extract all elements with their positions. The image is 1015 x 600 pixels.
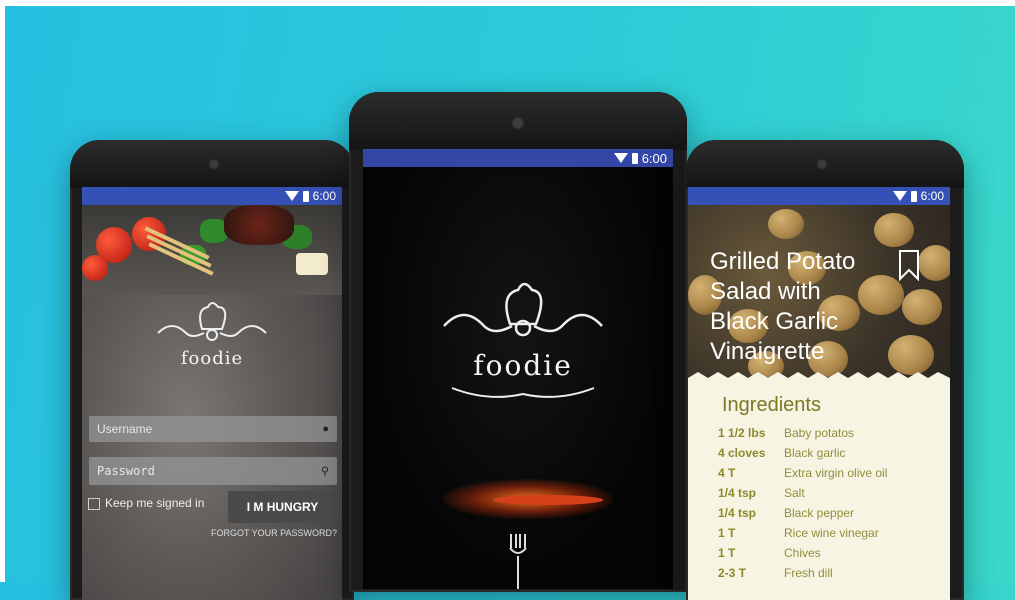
ingredient-qty: 4 T <box>718 466 736 480</box>
ingredient-name: Salt <box>784 486 805 500</box>
ingredient-qty: 1/4 tsp <box>718 506 757 520</box>
phone-login: 6:00 foodie Username ● Password ⚲ Keep m… <box>70 140 354 600</box>
ingredient-qty: 1 T <box>718 546 736 560</box>
username-placeholder: Username <box>97 422 153 436</box>
front-camera <box>511 116 525 130</box>
table-row: 4 T Extra virgin olive oil <box>718 466 887 486</box>
table-row: 1 T Chives <box>718 546 887 566</box>
chef-hat-icon <box>157 302 267 341</box>
phone-recipe: 6:00 Grilled Potato Salad with Black Gar… <box>686 140 964 600</box>
password-field[interactable]: Password ⚲ <box>89 457 337 485</box>
status-bar: 6:00 <box>363 149 673 167</box>
app-logo: foodie <box>152 299 272 369</box>
ingredient-name: Black garlic <box>784 446 846 460</box>
login-screen: 6:00 foodie Username ● Password ⚲ Keep m… <box>82 187 342 600</box>
splash-screen: 6:00 foodie <box>363 149 673 589</box>
ingredient-qty: 2-3 T <box>718 566 747 580</box>
wifi-icon <box>284 191 299 201</box>
chef-hat-icon <box>443 282 603 337</box>
status-bar: 6:00 <box>688 187 950 205</box>
battery-icon <box>631 152 638 164</box>
logo-text: foodie <box>180 348 244 369</box>
ingredient-qty: 4 cloves <box>718 446 766 460</box>
fork-icon <box>507 534 529 589</box>
logo-flourish <box>451 387 595 398</box>
status-time: 6:00 <box>641 150 667 166</box>
table-row: 1/4 tsp Black pepper <box>718 506 887 526</box>
key-icon: ⚲ <box>320 465 329 478</box>
sensor-dot <box>401 122 406 127</box>
password-placeholder: Password <box>97 464 155 478</box>
bookmark-icon[interactable] <box>898 249 920 281</box>
ingredient-name: Rice wine vinegar <box>784 526 879 540</box>
sensor-dot <box>116 160 121 165</box>
ingredient-name: Extra virgin olive oil <box>784 466 888 480</box>
status-time: 6:00 <box>312 189 336 203</box>
status-time: 6:00 <box>920 189 944 203</box>
ingredient-qty: 1 T <box>718 526 736 540</box>
keep-signed-in-checkbox[interactable] <box>88 498 100 510</box>
table-row: 2-3 T Fresh dill <box>718 566 887 586</box>
status-bar: 6:00 <box>82 187 342 205</box>
im-hungry-button[interactable]: I M HUNGRY <box>228 491 337 523</box>
top-border <box>0 0 1015 6</box>
recipe-screen: 6:00 Grilled Potato Salad with Black Gar… <box>688 187 950 600</box>
app-logo: foodie <box>438 274 608 404</box>
wifi-icon <box>613 153 628 163</box>
torn-edge <box>688 372 950 386</box>
forgot-password-link[interactable]: FORGOT YOUR PASSWORD? <box>211 528 337 538</box>
header-food-image <box>82 205 342 295</box>
wifi-icon <box>892 191 907 201</box>
username-field[interactable]: Username ● <box>89 416 337 442</box>
ingredient-name: Chives <box>784 546 821 560</box>
battery-icon <box>910 190 917 202</box>
table-row: 1 T Rice wine vinegar <box>718 526 887 546</box>
recipe-hero-image: Grilled Potato Salad with Black Garlic V… <box>688 205 950 381</box>
table-row: 1 1/2 lbs Baby potatos <box>718 426 887 446</box>
user-icon: ● <box>322 423 329 435</box>
ingredient-qty: 1/4 tsp <box>718 486 757 500</box>
ingredients-table: 1 1/2 lbs Baby potatos 4 cloves Black garl… <box>718 426 887 586</box>
ingredient-name: Fresh dill <box>784 566 833 580</box>
left-border <box>0 0 5 582</box>
ingredient-name: Baby potatos <box>784 426 855 440</box>
sensor-dot <box>722 162 727 167</box>
front-camera <box>816 158 828 170</box>
ingredient-name: Black pepper <box>784 506 855 520</box>
front-camera <box>208 158 220 170</box>
recipe-title: Grilled Potato Salad with Black Garlic V… <box>710 248 856 365</box>
ingredient-qty: 1 1/2 lbs <box>718 426 766 440</box>
table-row: 4 cloves Black garlic <box>718 446 887 466</box>
flaming-chili-image <box>423 469 623 529</box>
keep-signed-in-label: Keep me signed in <box>105 496 205 510</box>
phone-splash: 6:00 foodie <box>349 92 687 592</box>
table-row: 1/4 tsp Salt <box>718 486 887 506</box>
ingredients-heading: Ingredients <box>722 394 821 416</box>
battery-icon <box>302 190 309 202</box>
